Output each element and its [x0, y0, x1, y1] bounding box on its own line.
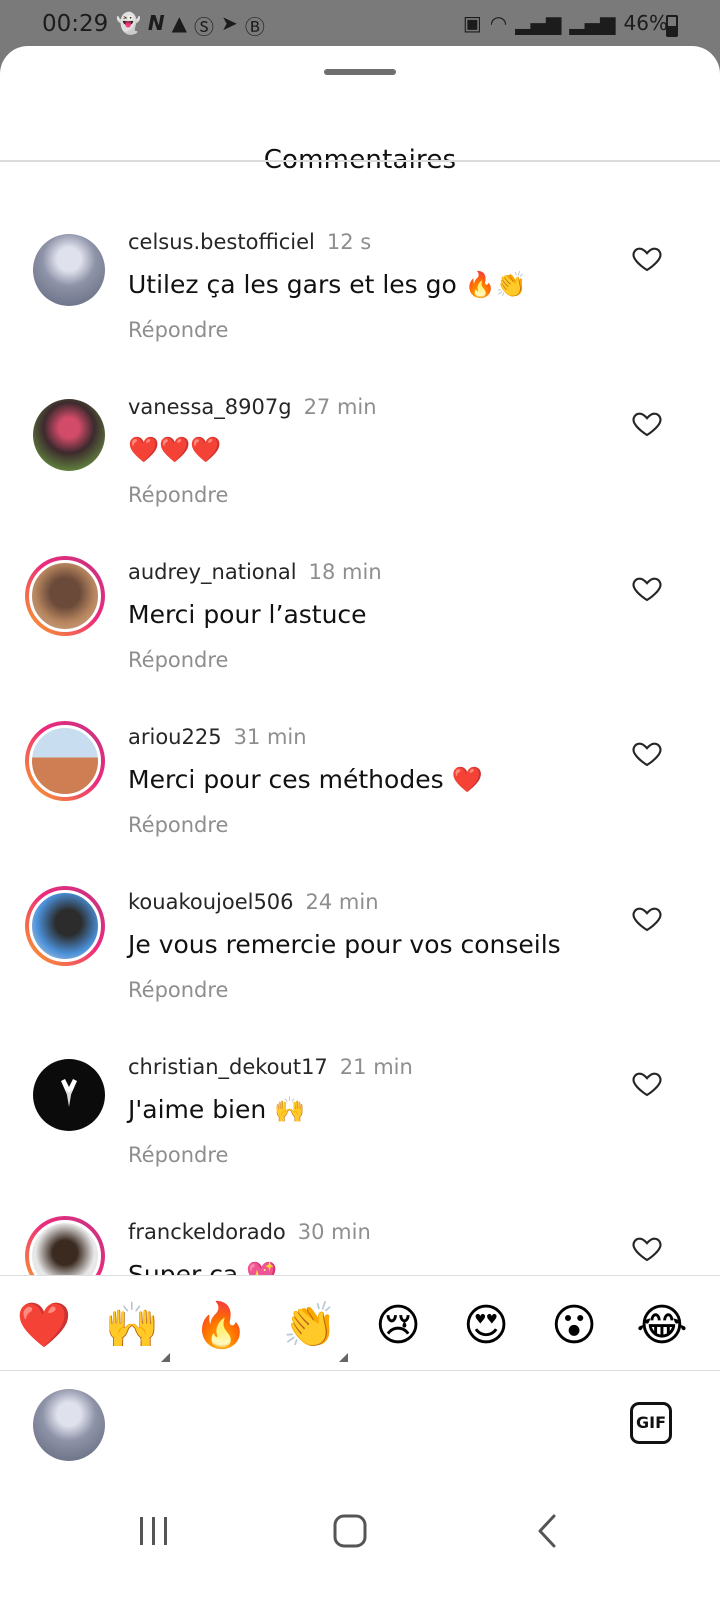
signal-icon-2: ▂▄▆ [569, 11, 616, 35]
back-button[interactable] [518, 1501, 578, 1561]
comment-text: Utilez ça les gars et les go 🔥👏 [128, 270, 527, 299]
signal-icon: ▂▄▆ [515, 11, 562, 35]
battery-icon [666, 15, 678, 37]
n-icon: N [147, 11, 165, 35]
emoji-heart-eyes-button[interactable]: 😍 [458, 1298, 514, 1354]
heart-icon[interactable] [631, 407, 663, 439]
comment-time: 21 min [339, 1055, 413, 1079]
comment-item: vanessa_8907g 27 min ❤️❤️❤️ Répondre [0, 327, 720, 507]
snapchat-icon: 👻 [116, 11, 141, 35]
system-icons: ▣ ◠ ▂▄▆ ▂▄▆ 46% [463, 11, 668, 35]
comment-text: J'aime bien 🙌 [128, 1095, 306, 1124]
comment-item: ariou225 31 min Merci pour ces méthodes ❤… [0, 657, 720, 837]
avatar[interactable] [25, 1216, 105, 1276]
emoji-fire-button[interactable]: 🔥 [193, 1298, 249, 1354]
wifi-icon: ◠ [489, 11, 508, 35]
avatar[interactable] [33, 1059, 105, 1131]
avatar[interactable] [33, 399, 105, 471]
comment-composer[interactable]: GIF [0, 1371, 720, 1471]
skin-tone-indicator [161, 1353, 170, 1362]
comment-text: Merci pour ces méthodes ❤️ [128, 765, 483, 794]
comment-item: christian_dekout17 21 min J'aime bien 🙌 R… [0, 987, 720, 1167]
comment-text: Je vous remercie pour vos conseils [128, 930, 561, 959]
tuxedo-icon [61, 1079, 77, 1107]
own-avatar [33, 1389, 105, 1461]
comment-item: franckeldorado 30 min Super ça 💖 [0, 1152, 720, 1276]
skin-tone-indicator [339, 1353, 348, 1362]
heart-icon[interactable] [631, 737, 663, 769]
comment-time: 18 min [308, 560, 382, 584]
avatar[interactable] [25, 556, 105, 636]
comment-username[interactable]: kouakoujoel506 [128, 890, 294, 914]
battery-percentage: 46% [623, 11, 668, 35]
comment-time: 30 min [297, 1220, 371, 1244]
comment-time: 12 s [326, 230, 372, 254]
b-icon: Ⓑ [244, 15, 265, 39]
recent-apps-button[interactable] [124, 1501, 184, 1561]
navigation-bar [0, 1471, 720, 1600]
comment-item: audrey_national 18 min Merci pour l’astuc… [0, 492, 720, 672]
heart-icon[interactable] [631, 572, 663, 604]
emoji-raised-hands-button[interactable]: 🙌 [104, 1298, 170, 1362]
drag-handle[interactable] [324, 69, 396, 75]
comment-time: 27 min [303, 395, 377, 419]
s-icon: Ⓢ [194, 15, 215, 39]
avatar[interactable] [25, 721, 105, 801]
data-saver-icon: ▣ [462, 11, 482, 35]
telegram-icon: ➤ [221, 11, 238, 35]
emoji-cry-button[interactable]: 😢 [370, 1298, 426, 1354]
comment-username[interactable]: franckeldorado [128, 1220, 286, 1244]
comment-item: celsus.bestofficiel 12 s Utilez ça les ga… [0, 162, 720, 342]
raised-hands-icon: 🙌 [104, 1300, 160, 1351]
comment-text: Super ça 💖 [128, 1260, 278, 1276]
comment-time: 24 min [305, 890, 379, 914]
heart-icon[interactable] [631, 242, 663, 274]
avatar[interactable] [25, 886, 105, 966]
emoji-clap-button[interactable]: 👏 [282, 1298, 348, 1362]
heart-icon[interactable] [631, 902, 663, 934]
emoji-bar: ❤️ 🙌 🔥 👏 😢 😍 😮 😂 [0, 1275, 720, 1371]
notification-icons: 👻 N ▲ Ⓢ ➤ Ⓑ [116, 11, 265, 40]
clap-icon: 👏 [282, 1300, 338, 1351]
heart-icon[interactable] [631, 1232, 663, 1264]
comment-time: 31 min [233, 725, 307, 749]
comment-username[interactable]: ariou225 [128, 725, 222, 749]
status-time: 00:29 [42, 11, 109, 37]
comment-username[interactable]: vanessa_8907g [128, 395, 292, 419]
emoji-heart-button[interactable]: ❤️ [16, 1298, 72, 1354]
gif-button[interactable]: GIF [630, 1402, 672, 1444]
emoji-surprised-button[interactable]: 😮 [546, 1298, 602, 1354]
heart-icon[interactable] [631, 1067, 663, 1099]
avatar[interactable] [33, 234, 105, 306]
comment-username[interactable]: christian_dekout17 [128, 1055, 328, 1079]
warning-icon: ▲ [171, 11, 188, 35]
home-button[interactable] [320, 1501, 380, 1561]
comment-username[interactable]: celsus.bestofficiel [128, 230, 315, 254]
status-bar: 00:29 👻 N ▲ Ⓢ ➤ Ⓑ ▣ ◠ ▂▄▆ ▂▄▆ 46% [0, 0, 720, 48]
comment-list[interactable]: celsus.bestofficiel 12 s Utilez ça les ga… [0, 162, 720, 1276]
comment-item: kouakoujoel506 24 min Je vous remercie po… [0, 822, 720, 1002]
comment-text: ❤️❤️❤️ [128, 435, 222, 464]
emoji-laugh-button[interactable]: 😂 [634, 1298, 690, 1354]
comment-username[interactable]: audrey_national [128, 560, 297, 584]
comment-text: Merci pour l’astuce [128, 600, 367, 629]
